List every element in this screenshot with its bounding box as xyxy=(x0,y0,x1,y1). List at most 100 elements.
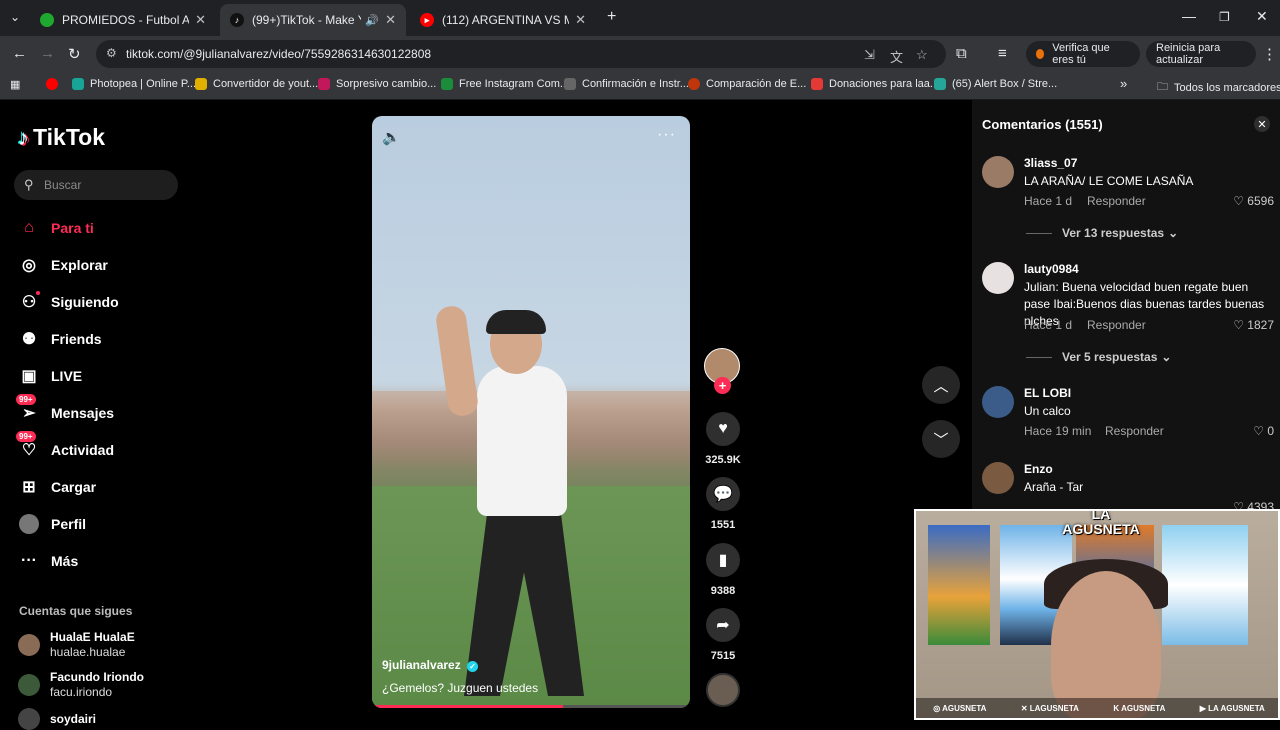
chevron-up-icon: ︿ xyxy=(933,377,949,395)
view-replies-button[interactable]: Ver 5 respuestas ⌄ xyxy=(1026,350,1171,364)
comment-like-button[interactable]: ♡ 0 xyxy=(1253,424,1274,438)
following-account[interactable]: soydairi xyxy=(18,708,96,730)
save-button[interactable]: ▮ 9388 xyxy=(705,543,741,597)
music-disc-avatar[interactable] xyxy=(706,673,740,707)
comment-item: lauty0984 Julian: Buena velocidad buen r… xyxy=(982,262,1274,372)
reply-button[interactable]: Responder xyxy=(1105,424,1164,438)
nav-live[interactable]: ▣ LIVE xyxy=(18,362,82,390)
bookmark-convertidor[interactable]: Convertidor de yout... xyxy=(195,78,318,90)
bookmark-star-icon[interactable]: ☆ xyxy=(916,47,928,63)
nav-perfil[interactable]: Perfil xyxy=(18,510,86,538)
avatar xyxy=(18,674,40,696)
bookmark-alertbox[interactable]: (65) Alert Box / Stre... xyxy=(934,78,1057,90)
tab-search-icon[interactable]: ⌄ xyxy=(10,10,20,24)
menu-kebab-icon[interactable]: ⋮ xyxy=(1262,45,1277,63)
nav-friends[interactable]: ⚉ Friends xyxy=(18,325,102,353)
comment-user[interactable]: EL LOBI xyxy=(1024,386,1071,400)
restore-icon[interactable]: ❐ xyxy=(1219,10,1230,24)
view-replies-button[interactable]: Ver 13 respuestas ⌄ xyxy=(1026,226,1178,240)
account-handle: hualae.hualae xyxy=(50,645,126,659)
close-icon[interactable]: ✕ xyxy=(385,12,396,28)
bookmark-sorpresivo[interactable]: Sorpresivo cambio... xyxy=(318,78,436,90)
nav-mensajes[interactable]: ➢ 99+ Mensajes xyxy=(16,394,115,427)
follow-plus-icon[interactable]: + xyxy=(714,377,731,394)
chevron-down-icon: ⌄ xyxy=(1161,350,1172,364)
close-icon[interactable]: ✕ xyxy=(195,12,206,28)
new-tab-icon[interactable]: + xyxy=(607,8,616,26)
reload-icon[interactable]: ↻ xyxy=(68,45,81,63)
like-button[interactable]: ♥ 325.9K xyxy=(705,412,741,466)
avatar[interactable] xyxy=(982,262,1014,294)
bookmark-comparacion[interactable]: Comparación de E... xyxy=(688,78,806,90)
nav-mas[interactable]: ··· Más xyxy=(18,547,78,575)
forward-icon[interactable]: → xyxy=(40,45,55,62)
nav-label: Mensajes xyxy=(51,405,115,421)
avatar[interactable] xyxy=(982,462,1014,494)
update-button[interactable]: Reinicia para actualizar xyxy=(1146,41,1256,67)
previous-video-button[interactable]: ︿ xyxy=(922,366,960,404)
reply-button[interactable]: Responder xyxy=(1087,194,1146,208)
nav-siguiendo[interactable]: ⚇ Siguiendo xyxy=(18,288,119,316)
back-icon[interactable]: ← xyxy=(12,45,27,62)
profile-warning-button[interactable]: Verifica que eres tú xyxy=(1026,41,1140,67)
site-info-icon[interactable]: ⚙ xyxy=(106,46,117,60)
tab-promiedos[interactable]: PROMIEDOS - Futbol Argentino ✕ xyxy=(30,4,216,36)
youtube-icon xyxy=(46,78,58,90)
avatar[interactable] xyxy=(982,156,1014,188)
comment-user[interactable]: 3liass_07 xyxy=(1024,156,1077,170)
comment-like-count: 6596 xyxy=(1247,194,1274,208)
window-close-icon[interactable]: ✕ xyxy=(1256,8,1268,25)
search-input[interactable]: ⚲ Buscar xyxy=(14,170,178,200)
video-player[interactable]: 🔈 ··· 9julianalvarez ✓ ¿Gemelos? Juzguen… xyxy=(372,116,690,708)
extensions-icon[interactable]: ⧉ xyxy=(956,45,967,62)
install-app-icon[interactable]: ⇲ xyxy=(864,47,875,63)
nav-explorar[interactable]: ◎ Explorar xyxy=(18,251,108,279)
bookmark-instagram[interactable]: Free Instagram Com... xyxy=(441,78,569,90)
volume-icon[interactable]: 🔈 xyxy=(382,128,401,146)
share-button[interactable]: ➦ 7515 xyxy=(705,608,741,662)
chevron-down-icon: ﹀ xyxy=(933,431,949,449)
media-controls-icon[interactable]: ≡ xyxy=(998,45,1007,62)
more-bookmarks-icon[interactable]: » xyxy=(1120,76,1127,91)
bookmark-confirmacion[interactable]: Confirmación e Instr... xyxy=(564,78,689,90)
close-icon[interactable]: ✕ xyxy=(575,12,586,28)
following-account[interactable]: Facundo Iriondo facu.iriondo xyxy=(18,670,144,700)
address-bar[interactable]: ⚙ tiktok.com/@9julianalvarez/video/75592… xyxy=(96,40,946,68)
video-author[interactable]: 9julianalvarez ✓ xyxy=(382,658,479,672)
avatar[interactable] xyxy=(982,386,1014,418)
warning-dot-icon xyxy=(1036,49,1045,59)
nav-label: Cargar xyxy=(51,479,97,495)
bookmark-donaciones[interactable]: Donaciones para laa... xyxy=(811,78,939,90)
like-count: 325.9K xyxy=(705,454,741,466)
tab-tiktok[interactable]: ♪ (99+)TikTok - Make Your Day 🔊 ✕ xyxy=(220,4,406,36)
video-menu-icon[interactable]: ··· xyxy=(657,126,676,144)
share-icon: ➦ xyxy=(706,608,740,642)
comment-user[interactable]: lauty0984 xyxy=(1024,262,1079,276)
nav-cargar[interactable]: ⊞ Cargar xyxy=(18,473,96,501)
reply-button[interactable]: Responder xyxy=(1087,318,1146,332)
close-comments-icon[interactable]: ✕ xyxy=(1254,116,1270,132)
translate-icon[interactable]: 文 xyxy=(890,47,903,66)
tab-youtube[interactable]: ▸ (112) ARGENTINA VS MEXICO ✕ xyxy=(410,4,596,36)
nav-label: Explorar xyxy=(51,257,108,273)
comment-button[interactable]: 💬 1551 xyxy=(705,477,741,531)
following-account[interactable]: HualaE HualaE hualae.hualae xyxy=(18,630,135,660)
nav-para-ti[interactable]: ⌂ Para ti xyxy=(18,214,94,242)
all-bookmarks-folder[interactable]: 🗀 Todos los marcadores xyxy=(1157,78,1280,97)
photopea-icon xyxy=(72,78,84,90)
minimize-icon[interactable]: — xyxy=(1182,8,1196,24)
bookmark-youtube[interactable] xyxy=(46,78,64,90)
comment-user[interactable]: Enzo xyxy=(1024,462,1053,476)
tiktok-logo[interactable]: ♪ TikTok xyxy=(18,124,105,151)
speaker-icon[interactable]: 🔊 xyxy=(365,14,379,27)
nav-actividad[interactable]: ♡ 99+ Actividad xyxy=(16,431,114,464)
heart-icon: ♥ xyxy=(706,412,740,446)
url-text[interactable]: tiktok.com/@9julianalvarez/video/7559286… xyxy=(126,47,431,61)
next-video-button[interactable]: ﹀ xyxy=(922,420,960,458)
bookmark-photopea[interactable]: Photopea | Online P... xyxy=(72,78,196,90)
apps-grid-icon[interactable]: ▦ xyxy=(10,78,20,91)
comment-like-button[interactable]: ♡ 1827 xyxy=(1233,318,1274,332)
video-progress-bar[interactable] xyxy=(372,705,690,708)
comment-like-button[interactable]: ♡ 6596 xyxy=(1233,194,1274,208)
comment-text: Un calco xyxy=(1024,404,1071,418)
